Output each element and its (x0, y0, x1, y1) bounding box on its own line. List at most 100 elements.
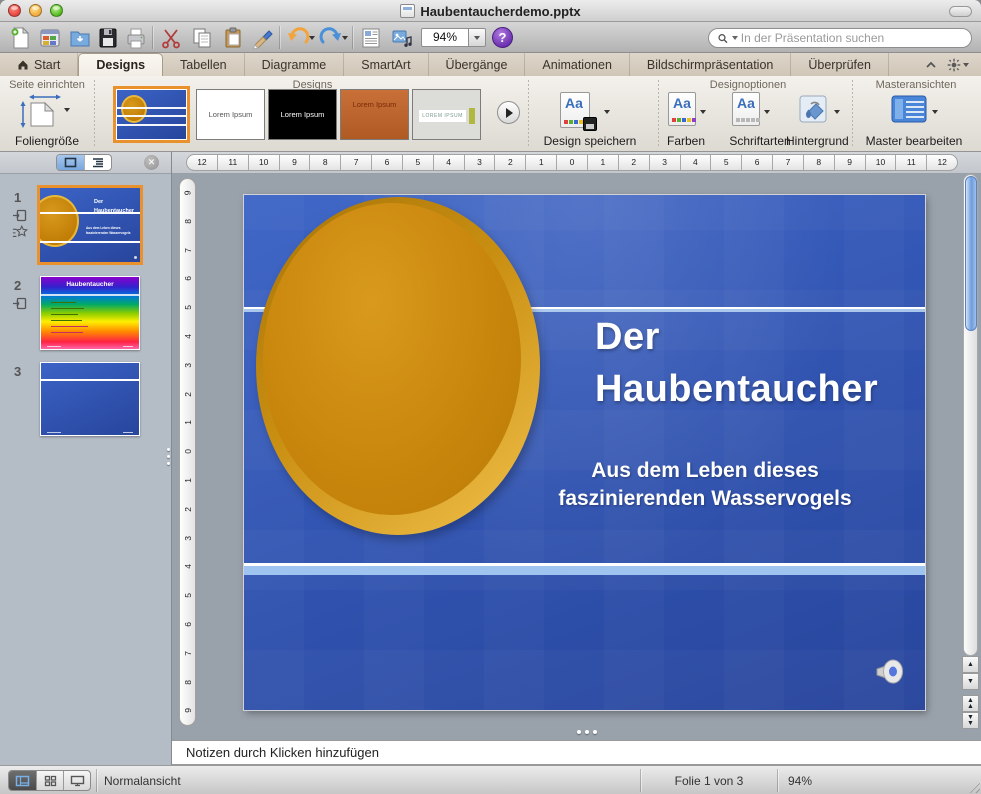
open-folder-icon (68, 26, 92, 50)
navigator-view-switcher (56, 154, 112, 171)
slide-circle-graphic[interactable] (256, 197, 540, 535)
print-button[interactable] (123, 25, 149, 50)
search-scope-arrow[interactable] (732, 36, 738, 40)
transition-indicator-icon[interactable] (12, 208, 28, 224)
tab-bildschirmpraesentation[interactable]: Bildschirmpräsentation (630, 53, 791, 76)
slide-thumbnail-1[interactable]: DerHaubentaucher Aus dem Leben diesesfas… (37, 185, 143, 265)
ribbon-tab-bar: Start Designs Tabellen Diagramme SmartAr… (0, 53, 981, 76)
background-dropdown-arrow (834, 110, 840, 114)
slide-subtitle-text[interactable]: Aus dem Leben diesesfaszinierenden Wasse… (540, 457, 870, 513)
slide-thumbnail-2[interactable]: Haubentaucher (40, 276, 140, 350)
undo-button[interactable] (285, 25, 311, 50)
ribbon-settings-gear[interactable] (947, 58, 969, 72)
theme-fonts-icon (732, 92, 760, 126)
notes-splitter-handle[interactable] (577, 730, 597, 734)
status-bar: Normalansicht Folie 1 von 3 94% (0, 765, 981, 794)
print-icon (124, 26, 148, 50)
close-navigator-button[interactable]: ✕ (144, 155, 159, 170)
tab-diagramme[interactable]: Diagramme (245, 53, 345, 76)
new-document-icon (8, 26, 32, 50)
slides-pane-button[interactable] (57, 155, 84, 170)
media-browser-button[interactable] (389, 25, 415, 50)
search-input[interactable] (741, 31, 963, 45)
cut-button[interactable] (158, 25, 184, 50)
tab-start[interactable]: Start (0, 53, 78, 76)
undo-icon (286, 26, 310, 50)
toolbar-separator (152, 26, 153, 49)
theme-thumbnail-5[interactable]: LOREM IPSUM (412, 89, 481, 140)
scroll-up-button[interactable]: ▲ (962, 656, 979, 673)
format-brush-icon (250, 26, 274, 50)
slide-size-icon (18, 92, 62, 128)
tab-smartart[interactable]: SmartArt (344, 53, 428, 76)
slide-number-1: 1 (14, 190, 21, 205)
show-formatting-button[interactable] (358, 25, 384, 50)
animation-indicator-icon[interactable] (12, 224, 28, 240)
toolbar-toggle-pill[interactable] (949, 6, 972, 17)
scrollbar-thumb[interactable] (965, 176, 977, 331)
document-icon (400, 4, 415, 18)
edit-master-icon (890, 94, 928, 124)
paste-button[interactable] (220, 25, 246, 50)
tab-tabellen[interactable]: Tabellen (163, 53, 245, 76)
format-painter-button[interactable] (249, 25, 275, 50)
media-browser-icon (390, 26, 414, 50)
save-theme-dropdown-arrow (604, 110, 610, 114)
redo-button[interactable] (318, 25, 344, 50)
transition-indicator-icon[interactable] (12, 296, 28, 312)
collapse-ribbon-icon[interactable] (925, 60, 937, 69)
tab-uebergaenge[interactable]: Übergänge (429, 53, 526, 76)
copy-icon (190, 26, 214, 50)
paste-clipboard-icon (221, 26, 245, 50)
scroll-down-button[interactable]: ▼ (962, 673, 979, 690)
search-field[interactable] (708, 28, 972, 48)
zoom-combo[interactable]: 94% (421, 28, 469, 47)
mini-audio-icon (134, 256, 137, 259)
undo-dropdown-arrow[interactable] (309, 36, 315, 40)
workspace: ✕ 1 DerHaubentaucher Aus dem Leben diese… (0, 152, 981, 740)
new-presentation-button[interactable] (7, 25, 33, 50)
theme-thumbnail-3[interactable]: Lorem Ipsum (268, 89, 337, 140)
horizontal-ruler: 1211109876543210123456789101112 (186, 154, 958, 171)
slides-pane-icon (64, 157, 77, 168)
normal-view-button[interactable] (9, 771, 36, 790)
tab-designs[interactable]: Designs (78, 53, 163, 76)
open-button[interactable] (67, 25, 93, 50)
slide-size-dropdown-arrow (64, 108, 70, 112)
slide-title-text[interactable]: DerHaubentaucher (595, 311, 878, 415)
next-slide-button[interactable]: ▼▼ (962, 712, 979, 729)
slide-navigator: ✕ 1 DerHaubentaucher Aus dem Leben diese… (0, 152, 172, 765)
copy-button[interactable] (189, 25, 215, 50)
help-button[interactable]: ? (492, 27, 513, 48)
slideshow-icon (70, 775, 85, 787)
gallery-button[interactable] (37, 25, 63, 50)
slide-number-3: 3 (14, 364, 21, 379)
slide-number-2: 2 (14, 278, 21, 293)
redo-dropdown-arrow[interactable] (342, 36, 348, 40)
pane-splitter-grip[interactable] (167, 448, 170, 465)
tab-ueberpruefen[interactable]: Überprüfen (791, 53, 889, 76)
window-resize-grip[interactable] (967, 780, 980, 793)
outline-pane-button[interactable] (84, 155, 112, 170)
theme-fonts-dropdown-arrow (764, 110, 770, 114)
theme-thumbnail-2[interactable]: Lorem Ipsum (196, 89, 265, 140)
slideshow-view-button[interactable] (63, 771, 90, 790)
slide-thumbnail-3[interactable] (40, 362, 140, 436)
save-button[interactable] (95, 25, 121, 50)
zoom-dropdown-button[interactable] (469, 28, 486, 47)
previous-slide-button[interactable]: ▲▲ (962, 695, 979, 712)
save-theme-icon (560, 92, 590, 128)
theme-thumbnail-4[interactable]: Lorem Ipsum (340, 89, 409, 140)
vertical-scrollbar[interactable] (963, 174, 978, 656)
theme-thumbnail-current[interactable] (113, 86, 190, 143)
notes-pane[interactable]: Notizen durch Klicken hinzufügen (172, 740, 981, 765)
slide-sorter-view-button[interactable] (36, 771, 63, 790)
more-themes-button[interactable] (497, 101, 520, 124)
slide-canvas[interactable]: DerHaubentaucher Aus dem Leben diesesfas… (244, 195, 925, 710)
slide-position-label: Folie 1 von 3 (642, 774, 776, 788)
zoom-percent-label: 94% (788, 774, 812, 788)
toolbar-separator (352, 26, 353, 49)
audio-speaker-icon[interactable] (872, 655, 906, 688)
tab-animationen[interactable]: Animationen (525, 53, 630, 76)
normal-view-icon (15, 775, 30, 787)
